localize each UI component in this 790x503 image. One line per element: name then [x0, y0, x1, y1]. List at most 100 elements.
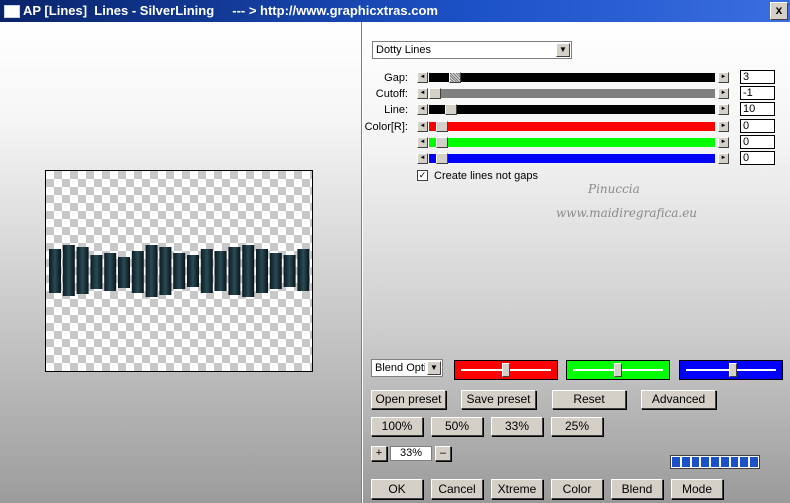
cutoff-slider[interactable]: ◄ ► — [417, 88, 729, 99]
preview-bar — [90, 255, 103, 289]
color-r-thumb[interactable] — [436, 121, 448, 132]
zoom-value-field[interactable]: 33% — [390, 446, 432, 461]
blue-blend-slider[interactable] — [679, 360, 783, 380]
preview-pane — [0, 22, 361, 503]
gap-slider[interactable]: ◄ ► — [417, 72, 729, 83]
arrow-right-icon[interactable]: ► — [718, 104, 729, 115]
preview-bar — [269, 253, 282, 289]
cancel-button[interactable]: Cancel — [431, 479, 483, 499]
preview-bar — [187, 255, 199, 287]
preview-bar — [145, 245, 158, 297]
chevron-down-icon[interactable]: ▼ — [427, 361, 441, 375]
mode-label: Mode — [681, 482, 713, 496]
preview-bar — [297, 249, 310, 291]
app-icon — [4, 5, 20, 18]
zoom-50-label: 50% — [444, 419, 470, 433]
preview-bar — [256, 249, 268, 293]
zoom-25-button[interactable]: 25% — [551, 417, 603, 436]
arrow-left-icon[interactable]: ◄ — [417, 153, 428, 164]
gap-value[interactable]: 3 — [740, 70, 775, 84]
cancel-label: Cancel — [438, 482, 476, 496]
color-r-label: Color[R]: — [364, 121, 408, 133]
preview-bar — [159, 247, 172, 295]
close-button[interactable]: x — [770, 2, 788, 20]
gap-label: Gap: — [384, 72, 408, 84]
blue-slider-knob[interactable] — [729, 363, 737, 377]
xtreme-label: Xtreme — [497, 482, 537, 496]
arrow-left-icon[interactable]: ◄ — [417, 72, 428, 83]
gap-track — [429, 73, 715, 82]
gap-thumb[interactable] — [449, 72, 461, 83]
preview-bar — [104, 253, 117, 291]
zoom-33-label: 33% — [504, 419, 530, 433]
ok-button[interactable]: OK — [371, 479, 423, 499]
zoom-50-button[interactable]: 50% — [431, 417, 483, 436]
arrow-left-icon[interactable]: ◄ — [417, 121, 428, 132]
arrow-right-icon[interactable]: ► — [718, 72, 729, 83]
arrow-left-icon[interactable]: ◄ — [417, 104, 428, 115]
line-slider[interactable]: ◄ ► — [417, 104, 729, 115]
preview-bar — [49, 249, 61, 293]
color-button[interactable]: Color — [551, 479, 603, 499]
mode-button[interactable]: Mode — [671, 479, 723, 499]
color-g-value[interactable]: 0 — [740, 135, 775, 149]
preview-bar — [214, 251, 227, 291]
color-g-slider[interactable]: ◄ ► — [417, 137, 729, 148]
arrow-right-icon[interactable]: ► — [718, 88, 729, 99]
arrow-right-icon[interactable]: ► — [718, 121, 729, 132]
arrow-right-icon[interactable]: ► — [718, 137, 729, 148]
red-blend-slider[interactable] — [454, 360, 558, 380]
save-preset-button[interactable]: Save preset — [461, 390, 536, 409]
create-lines-checkbox[interactable]: ✓ — [417, 170, 428, 181]
zoom-33-button[interactable]: 33% — [491, 417, 543, 436]
line-value[interactable]: 10 — [740, 102, 775, 116]
progress-indicator — [670, 455, 760, 469]
advanced-label: Advanced — [651, 392, 706, 406]
color-b-value[interactable]: 0 — [740, 151, 775, 165]
line-track — [429, 105, 715, 114]
red-slider-knob[interactable] — [502, 363, 510, 377]
open-preset-label: Open preset — [375, 392, 442, 406]
effect-select-value: Dotty Lines — [376, 44, 432, 56]
zoom-out-button[interactable]: – — [435, 446, 451, 461]
arrow-right-icon[interactable]: ► — [718, 153, 729, 164]
arrow-left-icon[interactable]: ◄ — [417, 137, 428, 148]
blend-options-value: Blend Optio — [375, 362, 425, 374]
watermark-url: www.maidiregrafica.eu — [556, 206, 698, 220]
blend-button[interactable]: Blend — [611, 479, 663, 499]
xtreme-button[interactable]: Xtreme — [491, 479, 543, 499]
cutoff-thumb[interactable] — [429, 88, 441, 99]
color-b-slider[interactable]: ◄ ► — [417, 153, 729, 164]
green-slider-knob[interactable] — [614, 363, 622, 377]
plus-icon: + — [375, 447, 383, 459]
color-b-track — [429, 154, 715, 163]
green-blend-slider[interactable] — [566, 360, 670, 380]
line-thumb[interactable] — [445, 104, 457, 115]
advanced-button[interactable]: Advanced — [641, 390, 716, 409]
color-r-slider[interactable]: ◄ ► — [417, 121, 729, 132]
preview-canvas — [45, 170, 313, 372]
cutoff-track — [429, 89, 715, 98]
preview-bar — [228, 247, 241, 295]
preview-bar — [200, 249, 213, 293]
blend-options-select[interactable]: Blend Optio ▼ — [371, 359, 443, 377]
watermark-name: Pinuccia — [588, 182, 640, 196]
open-preset-button[interactable]: Open preset — [371, 390, 446, 409]
preview-bar — [76, 247, 89, 294]
color-b-thumb[interactable] — [436, 153, 448, 164]
color-r-value[interactable]: 0 — [740, 119, 775, 133]
reset-label: Reset — [573, 392, 605, 406]
ok-label: OK — [388, 482, 406, 496]
zoom-in-button[interactable]: + — [371, 446, 387, 461]
effect-select[interactable]: Dotty Lines ▼ — [372, 41, 572, 59]
color-label: Color — [562, 482, 592, 496]
reset-button[interactable]: Reset — [552, 390, 626, 409]
chevron-down-icon[interactable]: ▼ — [556, 43, 570, 57]
color-r-track — [429, 122, 715, 131]
preview-bar — [173, 253, 186, 289]
arrow-left-icon[interactable]: ◄ — [417, 88, 428, 99]
create-lines-label: Create lines not gaps — [434, 170, 538, 182]
color-g-thumb[interactable] — [436, 137, 448, 148]
cutoff-value[interactable]: -1 — [740, 86, 775, 100]
zoom-100-button[interactable]: 100% — [371, 417, 423, 436]
